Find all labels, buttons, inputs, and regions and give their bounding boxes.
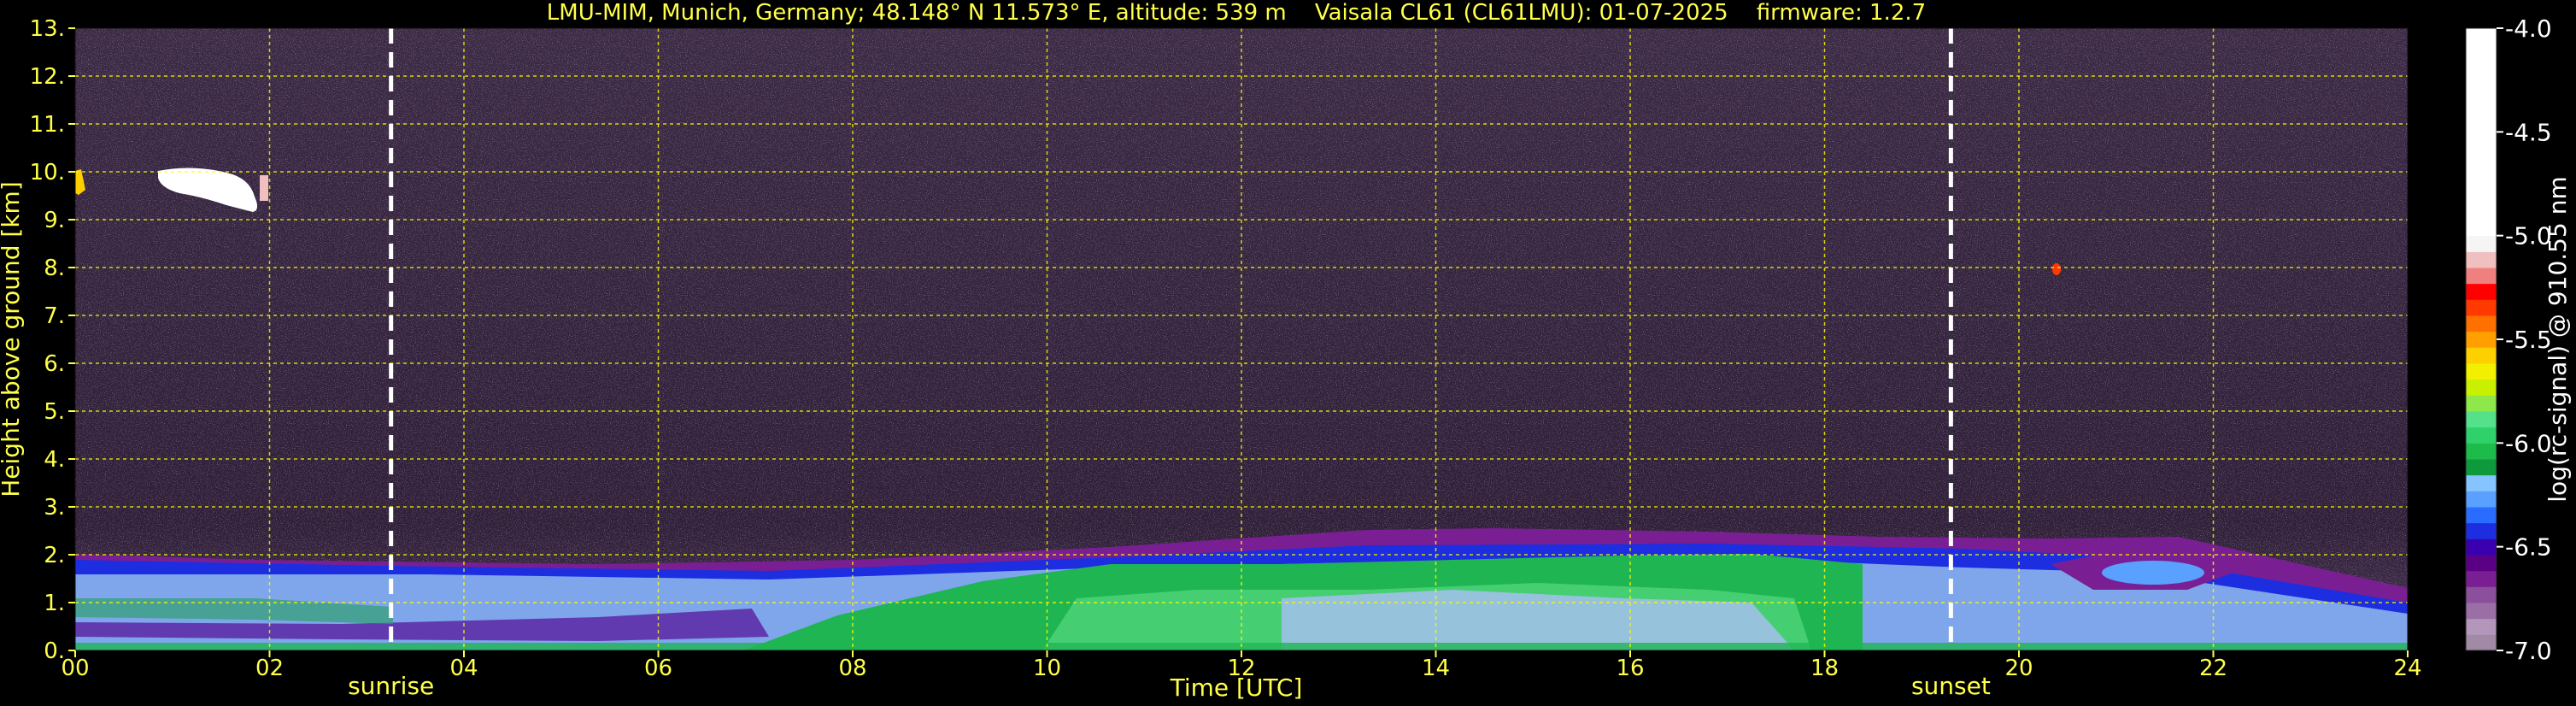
y-tick-label: 0. [44,638,65,664]
y-tick-label: 7. [44,303,65,329]
y-tick-label: 10. [30,160,65,185]
y-tick-label: 13. [30,16,65,42]
colorbar-swatch [2466,315,2497,332]
colorbar-swatch [2466,522,2497,539]
colorbar-swatch [2466,347,2497,364]
x-tick-label: 16 [1616,656,1644,681]
colorbar-swatch [2466,474,2497,491]
colorbar-swatch [2466,570,2497,587]
evening-blue-patch [2102,561,2204,585]
y-tick-label: 3. [44,495,65,521]
y-tick-label: 4. [44,447,65,473]
y-axis: 0. 1. 2. 3. 4. 5. 6. 7. 8. 9. 10. 11. 12. 13. [30,16,75,664]
colorbar-swatch [2466,618,2497,635]
x-tick-label: 10 [1033,656,1061,681]
colorbar: -4.0-4.5-5.0-5.5-6.0-6.5-7.0 [2465,15,2552,665]
y-tick-label: 1. [44,591,65,616]
colorbar-swatch [2466,299,2497,316]
x-tick-label: 04 [449,656,478,681]
colorbar-swatch [2466,443,2497,460]
colorbar-swatch [2466,395,2497,412]
colorbar-tick-label: -4.0 [2505,15,2552,43]
cloud-fragment [260,175,268,201]
x-tick-label: 08 [838,656,866,681]
cloud-speck-red [2052,263,2061,275]
x-tick-label: 14 [1422,656,1450,681]
y-tick-label: 8. [44,256,65,281]
y-tick-label: 6. [44,351,65,377]
colorbar-swatch [2466,459,2497,476]
colorbar-label: log(rc-signal) @ 910.55 nm [2544,176,2572,502]
colorbar-swatch [2466,538,2497,556]
colorbar-tick-label: -7.0 [2505,637,2552,665]
y-tick-label: 9. [44,208,65,233]
colorbar-swatch [2466,634,2497,651]
x-tick-label: 00 [61,656,89,681]
y-tick-label: 5. [44,399,65,425]
colorbar-swatch [2466,427,2497,444]
y-axis-label: Height above ground [km] [0,181,25,497]
colorbar-swatch [2466,507,2497,524]
colorbar-tick-label: -6.5 [2505,533,2552,562]
colorbar-swatch [2466,235,2497,252]
colorbar-swatch [2466,283,2497,300]
colorbar-swatch [2466,379,2497,396]
colorbar-swatch [2466,603,2497,620]
sun-marker-label: sunrise [348,672,434,700]
y-tick-label: 12. [30,64,65,90]
colorbar-swatch [2466,268,2497,285]
colorbar-swatch [2466,251,2497,268]
colorbar-swatch [2466,586,2497,603]
ceilometer-chart: LMU-MIM, Munich, Germany; 48.148° N 11.5… [0,0,2572,702]
y-tick-label: 2. [44,543,65,568]
colorbar-swatch [2466,555,2497,572]
colorbar-swatch [2466,363,2497,380]
x-axis-label: Time [UTC] [1170,674,1303,702]
x-tick-label: 24 [2393,656,2421,681]
colorbar-swatch [2466,411,2497,428]
colorbar-swatch [2466,28,2497,237]
x-tick-label: 06 [644,656,672,681]
chart-title: LMU-MIM, Munich, Germany; 48.148° N 11.5… [547,0,1926,26]
x-tick-label: 20 [2004,656,2033,681]
x-tick-label: 18 [1810,656,1839,681]
colorbar-swatch [2466,491,2497,508]
x-tick-label: 02 [255,656,284,681]
colorbar-swatch [2466,331,2497,348]
x-tick-label: 22 [2199,656,2227,681]
y-tick-label: 11. [30,112,65,138]
sun-marker-label: sunset [1911,672,1991,700]
colorbar-tick-label: -4.5 [2505,118,2552,146]
